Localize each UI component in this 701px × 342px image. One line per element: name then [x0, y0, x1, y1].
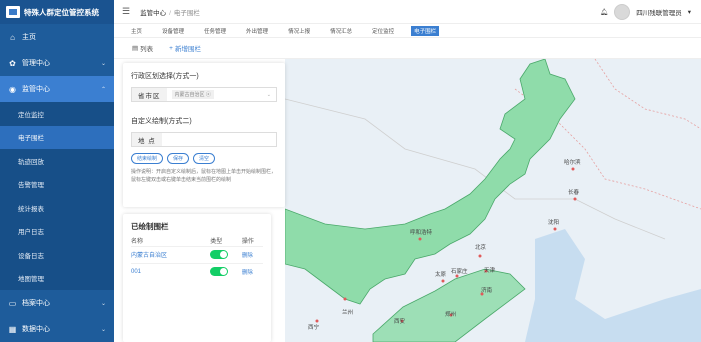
chevron-down-icon: ⌄ — [100, 326, 106, 333]
instructions-text: 操作说明：开启自定义绘制后，鼠标在地图上单击开始绘制围栏，鼠标左键双击或右键单击… — [131, 169, 277, 183]
tab-device[interactable]: 设备管理 — [159, 26, 187, 36]
tab-location[interactable]: 定位监控 — [369, 26, 397, 36]
list-icon: ▤ — [132, 45, 139, 52]
tab-task[interactable]: 任务管理 — [201, 26, 229, 36]
fence-name[interactable]: 内蒙古自治区 — [131, 245, 211, 263]
sidebar-subitem-map[interactable]: 地图管理 — [0, 267, 114, 291]
sidebar-item-label: 档案中心 — [22, 300, 50, 307]
chevron-up-icon: ⌃ — [100, 86, 106, 93]
sidebar-item-label: 主页 — [22, 34, 36, 41]
bell-icon[interactable]: 🔔︎ — [600, 8, 608, 16]
fence-table: 名称 类型 操作 内蒙古自治区 删除 001 删除 — [131, 236, 263, 280]
breadcrumb-root[interactable]: 监管中心 — [140, 10, 166, 17]
tab-home[interactable]: 主页 — [128, 26, 145, 36]
sidebar-subitem-user-log[interactable]: 用户日志 — [0, 220, 114, 244]
logo-icon — [6, 6, 20, 18]
region-select[interactable]: 省市区 内蒙古自治区 ⓧ ⌄ — [131, 87, 277, 102]
tab-outing[interactable]: 外出管理 — [243, 26, 271, 36]
location-pin-icon: ◉ — [9, 84, 16, 94]
fence-toggle[interactable] — [210, 267, 229, 277]
breadcrumb-current: 电子围栏 — [173, 9, 200, 17]
breadcrumb-separator: / — [169, 9, 171, 17]
map-svg — [285, 59, 701, 342]
folder-icon: ▭ — [8, 298, 17, 308]
breadcrumb: 监管中心 / 电子围栏 — [140, 7, 200, 17]
subtab-add[interactable]: + 新增围栏 — [169, 43, 201, 54]
grid-icon: ▦ — [8, 324, 17, 334]
save-button[interactable]: 保存 — [167, 153, 190, 164]
fence-draw-panel: 行政区划选择(方式一) 省市区 内蒙古自治区 ⓧ ⌄ 自定义绘制(方式二) 地 … — [123, 63, 285, 207]
tab-bar: 主页 设备管理 任务管理 外出管理 情况上报 情况汇总 定位监控 电子围栏 — [114, 24, 701, 38]
app-title: 特殊人群定位管控系统 — [24, 7, 99, 17]
topbar: ☰ 监管中心 / 电子围栏 🔔︎ 四川残联管理员 ▾ — [114, 0, 701, 24]
subtab-add-label: 新增围栏 — [174, 46, 201, 53]
sidebar-subitem-device-log[interactable]: 设备日志 — [0, 243, 114, 267]
fence-inner-mongolia — [285, 59, 576, 305]
column-header-type: 类型 — [210, 239, 223, 246]
sidebar-item-label: 管理中心 — [22, 60, 50, 67]
sidebar-subitem-fence[interactable]: 电子围栏 — [0, 125, 114, 149]
table-row: 内蒙古自治区 删除 — [131, 245, 263, 263]
sea-area — [525, 229, 701, 342]
home-icon: ⌂ — [10, 32, 15, 42]
region-tag: 内蒙古自治区 ⓧ — [171, 90, 214, 99]
plus-icon: + — [169, 44, 173, 52]
section-title-admin: 行政区划选择(方式一) — [131, 73, 199, 80]
avatar[interactable] — [614, 3, 631, 20]
tab-summary[interactable]: 情况汇总 — [327, 26, 355, 36]
subtab-bar: ▤ 列表 + 新增围栏 — [114, 38, 701, 59]
sidebar-item-label: 监管中心 — [22, 86, 50, 93]
sidebar-subitem-location-monitor[interactable]: 定位监控 — [0, 102, 114, 126]
fence-001 — [372, 268, 526, 342]
brand: 特殊人群定位管控系统 — [0, 0, 114, 24]
sidebar-item-label: 数据中心 — [22, 326, 50, 333]
sidebar-item-management[interactable]: ✿ 管理中心 ⌄ — [0, 50, 114, 76]
chevron-down-icon[interactable]: ⌄ — [267, 92, 271, 98]
national-border — [594, 59, 701, 130]
chevron-down-icon: ⌄ — [100, 60, 106, 67]
fence-list-panel: 已绘制围栏 名称 类型 操作 内蒙古自治区 删除 001 删除 — [123, 214, 271, 342]
sidebar-subitem-track-playback[interactable]: 轨迹回放 — [0, 149, 114, 173]
tab-fence[interactable]: 电子围栏 — [411, 25, 440, 36]
close-icon[interactable]: ⓧ — [206, 92, 211, 98]
map-canvas[interactable]: 哈尔滨 长春 沈阳 呼和浩特 北京 天津 太原 石家庄 济南 兰州 西宁 西安 … — [285, 59, 701, 342]
tab-report[interactable]: 情况上报 — [285, 26, 313, 36]
sidebar-item-archive[interactable]: ▭ 档案中心 ⌄ — [0, 290, 114, 316]
column-header-name: 名称 — [131, 239, 144, 246]
section-title-custom: 自定义绘制(方式二) — [131, 118, 192, 125]
region-select-label: 省市区 — [132, 88, 167, 101]
user-name[interactable]: 四川残联管理员 — [636, 7, 682, 17]
delete-button[interactable]: 删除 — [242, 253, 253, 259]
fence-list-title: 已绘制围栏 — [131, 222, 169, 231]
fence-toggle[interactable] — [210, 250, 229, 259]
table-row: 001 删除 — [131, 262, 263, 280]
sidebar: 特殊人群定位管控系统 ⌂ 主页 ✿ 管理中心 ⌄ ◉ 监管中心 ⌃ 定位监控 电… — [0, 0, 114, 342]
sidebar-subitem-alarm[interactable]: 告警管理 — [0, 173, 114, 197]
location-input-label: 地 点 — [132, 133, 162, 146]
clear-button[interactable]: 清空 — [193, 153, 216, 164]
caret-down-icon[interactable]: ▾ — [688, 8, 691, 16]
sidebar-item-supervision[interactable]: ◉ 监管中心 ⌃ — [0, 76, 114, 102]
gear-icon: ✿ — [9, 58, 16, 68]
menu-toggle-icon[interactable]: ☰ — [122, 6, 130, 17]
sidebar-submenu: 定位监控 电子围栏 轨迹回放 告警管理 统计报表 用户日志 设备日志 地图管理 — [0, 102, 114, 290]
subtab-list[interactable]: ▤ 列表 — [132, 43, 153, 53]
delete-button[interactable]: 删除 — [242, 270, 253, 276]
draw-buttons: 结束绘制 保存 清空 — [131, 153, 277, 164]
column-header-action: 操作 — [241, 239, 254, 246]
fence-name[interactable]: 001 — [131, 262, 211, 280]
chevron-down-icon: ⌄ — [100, 300, 106, 307]
location-input[interactable]: 地 点 — [131, 132, 277, 147]
sidebar-item-data[interactable]: ▦ 数据中心 ⌄ — [0, 316, 114, 342]
sidebar-subitem-report[interactable]: 统计报表 — [0, 196, 114, 220]
end-draw-button[interactable]: 结束绘制 — [131, 153, 164, 164]
sidebar-item-home[interactable]: ⌂ 主页 — [0, 24, 114, 50]
region-tag-label: 内蒙古自治区 — [174, 92, 205, 98]
user-area: 🔔︎ 四川残联管理员 ▾ — [600, 3, 691, 20]
subtab-list-label: 列表 — [140, 46, 154, 53]
